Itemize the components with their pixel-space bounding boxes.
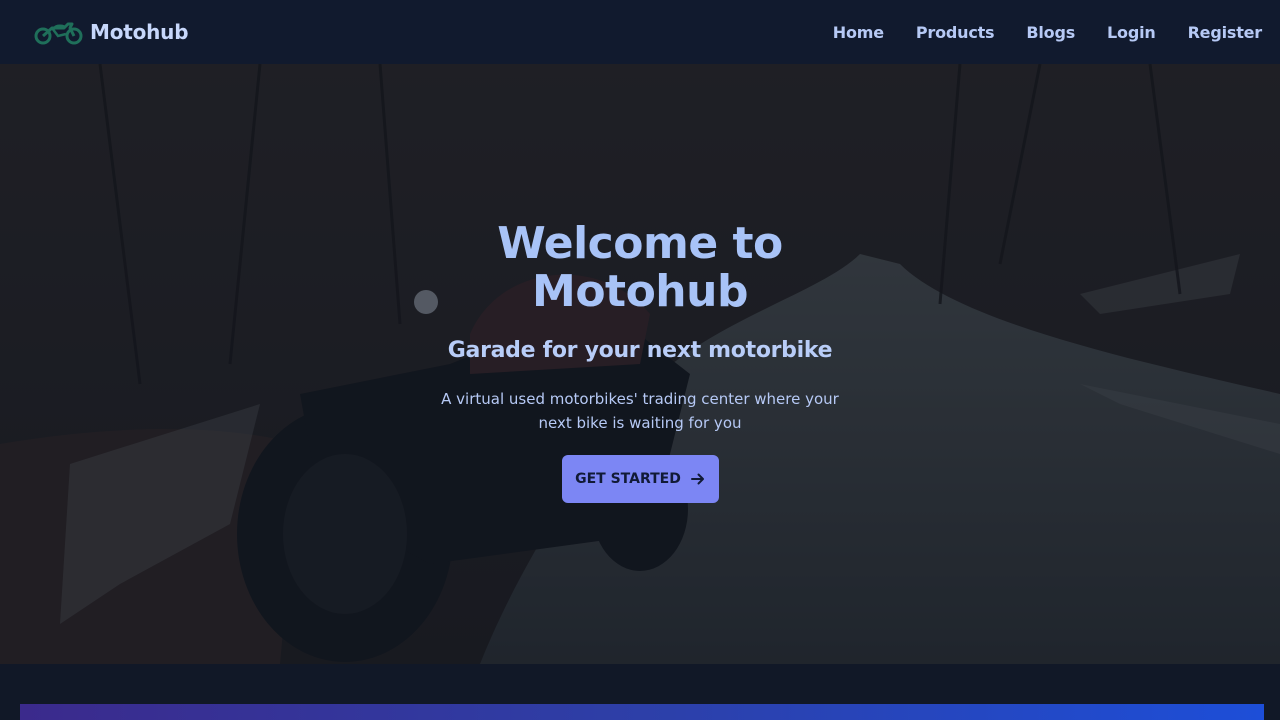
get-started-label: GET STARTED (575, 471, 681, 487)
hero-description: A virtual used motorbikes' trading cente… (441, 390, 839, 432)
nav-link-products[interactable]: Products (916, 23, 995, 42)
hero-subtitle: Garade for your next motorbike (447, 338, 833, 363)
get-started-button[interactable]: GET STARTED (561, 455, 719, 503)
motorcycle-icon (34, 22, 83, 45)
brand-link[interactable]: Motohub (32, 19, 189, 45)
nav-links: Home Products Blogs Login Register (801, 23, 1262, 42)
arrow-right-icon (690, 473, 704, 485)
hero-section: Welcome to Motohub Garade for your next … (0, 64, 1280, 664)
nav-link-home[interactable]: Home (833, 23, 884, 42)
nav-link-login[interactable]: Login (1107, 23, 1156, 42)
hero-title: Welcome to Motohub (497, 218, 783, 317)
brand-name: Motohub (90, 20, 189, 44)
gradient-banner (20, 704, 1264, 720)
nav-link-blogs[interactable]: Blogs (1026, 23, 1075, 42)
navbar: Motohub Home Products Blogs Login Regist… (0, 0, 1280, 64)
lower-section (0, 664, 1280, 720)
nav-link-register[interactable]: Register (1188, 23, 1263, 42)
hero-content: Welcome to Motohub Garade for your next … (390, 220, 890, 503)
